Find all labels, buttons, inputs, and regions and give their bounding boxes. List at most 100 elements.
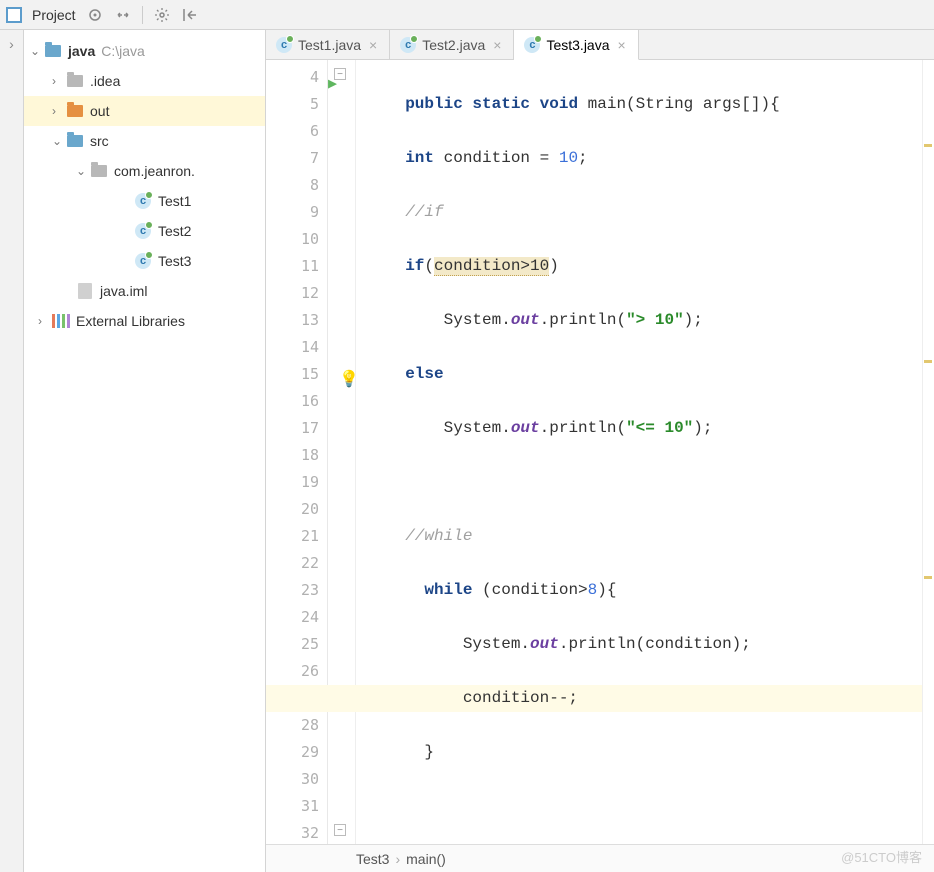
line-number[interactable]: 13	[266, 307, 319, 334]
close-icon[interactable]: ×	[367, 37, 379, 53]
tree-item-out[interactable]: › out	[24, 96, 265, 126]
line-number[interactable]: 14	[266, 334, 319, 361]
tab-label: Test1.java	[298, 37, 361, 53]
hide-icon[interactable]	[181, 6, 199, 24]
package-icon	[91, 165, 107, 177]
breadcrumb[interactable]: Test3 › main()	[266, 844, 934, 872]
warning-marker[interactable]	[924, 360, 932, 363]
editor-area: c Test1.java × c Test2.java × c Test3.ja…	[266, 30, 934, 872]
code-editor[interactable]: public static void main(String args[]){ …	[356, 60, 922, 844]
close-icon[interactable]: ×	[491, 37, 503, 53]
line-number[interactable]: 29	[266, 739, 319, 766]
tree-item-class[interactable]: c Test2	[24, 216, 265, 246]
project-label[interactable]: Project	[32, 7, 76, 23]
line-number[interactable]: 26	[266, 658, 319, 685]
tree-item-label: .idea	[90, 73, 120, 89]
chevron-right-icon[interactable]: ›	[52, 74, 66, 88]
line-number[interactable]: 5	[266, 91, 319, 118]
tree-item-idea[interactable]: › .idea	[24, 66, 265, 96]
tree-item-label: src	[90, 133, 109, 149]
line-number[interactable]: 16	[266, 388, 319, 415]
line-number[interactable]: 6	[266, 118, 319, 145]
line-number[interactable]: 11	[266, 253, 319, 280]
fold-strip[interactable]: − −	[328, 60, 356, 844]
java-class-icon: c	[524, 37, 540, 53]
inspection-strip[interactable]	[922, 60, 934, 844]
chevron-down-icon[interactable]: ⌄	[52, 134, 66, 148]
line-number[interactable]: 19	[266, 469, 319, 496]
tab-test3[interactable]: c Test3.java ×	[514, 30, 638, 60]
breadcrumb-method[interactable]: main()	[406, 851, 446, 867]
tree-root-java[interactable]: ⌄ java C:\java	[24, 36, 265, 66]
line-number[interactable]: 12	[266, 280, 319, 307]
iml-file-icon	[78, 283, 92, 299]
watermark: @51CTO博客	[841, 847, 922, 866]
folder-icon	[67, 75, 83, 87]
fold-toggle-icon[interactable]: −	[334, 824, 346, 836]
line-number[interactable]: 4▶	[266, 64, 319, 91]
breadcrumb-file[interactable]: Test3	[356, 851, 389, 867]
line-number[interactable]: 8	[266, 172, 319, 199]
line-number[interactable]: 21	[266, 523, 319, 550]
tree-item-iml[interactable]: java.iml	[24, 276, 265, 306]
java-class-icon: c	[135, 253, 151, 269]
line-number[interactable]: 25	[266, 631, 319, 658]
tree-item-class[interactable]: c Test1	[24, 186, 265, 216]
tab-label: Test2.java	[422, 37, 485, 53]
java-class-icon: c	[135, 193, 151, 209]
line-number[interactable]: 9	[266, 199, 319, 226]
line-number[interactable]: 15💡	[266, 361, 319, 388]
line-number[interactable]: 23	[266, 577, 319, 604]
line-number[interactable]: 20	[266, 496, 319, 523]
warning-marker[interactable]	[924, 144, 932, 147]
line-number[interactable]: 7	[266, 145, 319, 172]
java-class-icon: c	[135, 223, 151, 239]
line-number[interactable]: 17	[266, 415, 319, 442]
module-folder-icon	[45, 45, 61, 57]
tree-item-label: Test2	[158, 223, 191, 239]
line-number[interactable]: 22	[266, 550, 319, 577]
tab-test1[interactable]: c Test1.java ×	[266, 30, 390, 59]
line-number[interactable]: 10	[266, 226, 319, 253]
line-number[interactable]: 30	[266, 766, 319, 793]
chevron-down-icon[interactable]: ⌄	[76, 164, 90, 178]
chevron-down-icon[interactable]: ⌄	[30, 44, 44, 58]
tree-item-label: java.iml	[100, 283, 147, 299]
left-side-rail: ›	[0, 30, 24, 872]
tree-item-label: External Libraries	[76, 313, 185, 329]
tree-item-label: Test3	[158, 253, 191, 269]
tree-item-package[interactable]: ⌄ com.jeanron.	[24, 156, 265, 186]
fold-toggle-icon[interactable]: −	[334, 68, 346, 80]
tab-test2[interactable]: c Test2.java ×	[390, 30, 514, 59]
collapse-icon[interactable]	[114, 6, 132, 24]
settings-gear-icon[interactable]	[153, 6, 171, 24]
line-number[interactable]: 31	[266, 793, 319, 820]
line-number-gutter[interactable]: 4▶56789101112131415💡16171819202122232425…	[266, 60, 328, 844]
target-icon[interactable]	[86, 6, 104, 24]
libraries-icon	[52, 314, 70, 328]
editor-tabs: c Test1.java × c Test2.java × c Test3.ja…	[266, 30, 934, 60]
close-icon[interactable]: ×	[616, 37, 628, 53]
java-class-icon: c	[400, 37, 416, 53]
project-tree-panel: ⌄ java C:\java › .idea › out ⌄ src ⌄	[24, 30, 266, 872]
source-folder-icon	[67, 135, 83, 147]
tree-item-external-libs[interactable]: › External Libraries	[24, 306, 265, 336]
tree-item-src[interactable]: ⌄ src	[24, 126, 265, 156]
warning-marker[interactable]	[924, 576, 932, 579]
project-view-icon[interactable]	[6, 7, 22, 23]
chevron-right-icon[interactable]: ›	[38, 314, 52, 328]
tab-label: Test3.java	[546, 37, 609, 53]
tree-root-label: java	[68, 43, 95, 59]
line-number[interactable]: 24	[266, 604, 319, 631]
chevron-right-icon[interactable]: ›	[52, 104, 66, 118]
tree-item-class[interactable]: c Test3	[24, 246, 265, 276]
chevron-right-icon[interactable]: ›	[9, 36, 14, 52]
line-number[interactable]: 18	[266, 442, 319, 469]
tree-item-label: com.jeanron.	[114, 163, 195, 179]
line-number[interactable]: 28	[266, 712, 319, 739]
line-number[interactable]: 32	[266, 820, 319, 844]
excluded-folder-icon	[67, 105, 83, 117]
toolbar-separator	[142, 6, 143, 24]
project-tree[interactable]: ⌄ java C:\java › .idea › out ⌄ src ⌄	[24, 30, 265, 872]
breadcrumb-separator: ›	[395, 851, 400, 867]
